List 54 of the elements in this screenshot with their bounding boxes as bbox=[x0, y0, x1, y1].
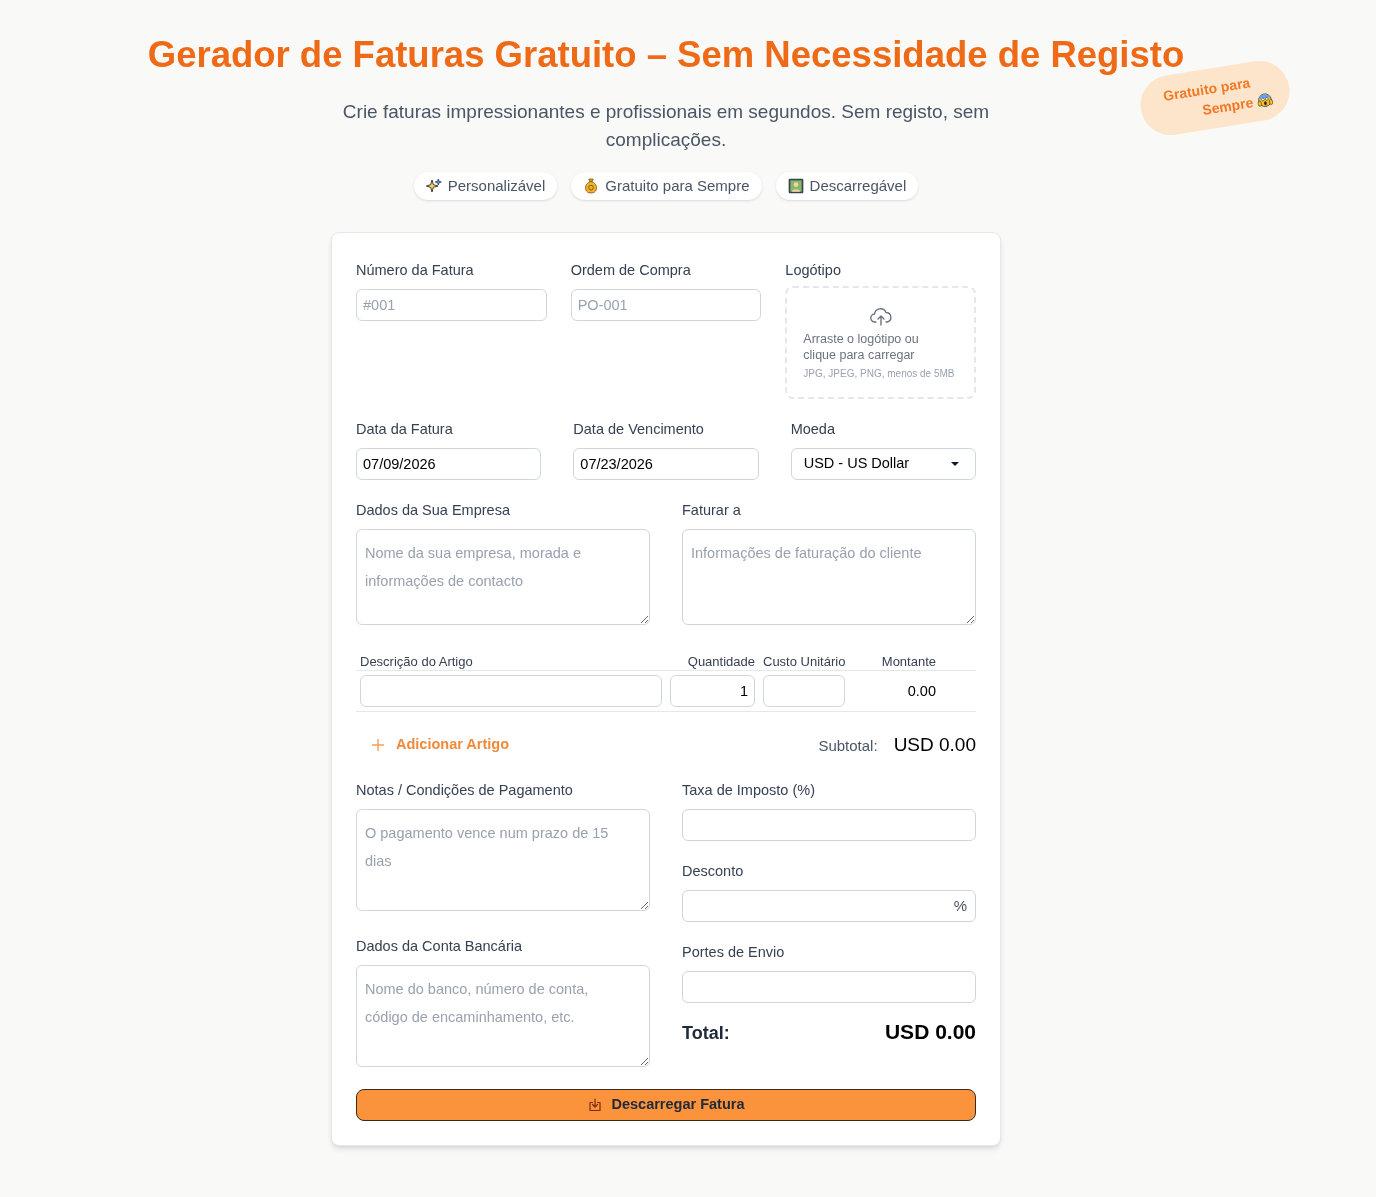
amount-cell: 0.00 bbox=[907, 683, 936, 699]
field-label: Dados da Conta Bancária bbox=[356, 937, 524, 956]
unit-cost-field[interactable] bbox=[763, 675, 845, 707]
field-label: Moeda bbox=[790, 420, 836, 439]
field-label: Ordem de Compra bbox=[570, 261, 692, 280]
dropzone-hint: JPG, JPEG, PNG, menos de 5MB bbox=[803, 367, 956, 381]
field-label: Logótipo bbox=[785, 261, 842, 280]
sparkles-icon bbox=[425, 178, 442, 194]
invoice-number-field[interactable]: #001 bbox=[356, 289, 547, 321]
plus-icon bbox=[372, 739, 384, 751]
page-title: Gerador de Faturas Gratuito – Sem Necessidade de Registo bbox=[147, 33, 1185, 77]
column-header: Custo Unitário bbox=[763, 654, 846, 669]
subtotal-label: Subtotal: bbox=[818, 735, 878, 756]
download-button[interactable]: Descarregar Fatura bbox=[356, 1089, 976, 1121]
field-label: Data de Vencimento bbox=[573, 420, 705, 439]
item-description-field[interactable] bbox=[360, 675, 662, 707]
date-field[interactable]: 07/09/2026 bbox=[356, 448, 542, 480]
column-header: Descrição do Artigo bbox=[360, 654, 473, 669]
purchase-order-field[interactable]: PO-001 bbox=[570, 289, 762, 321]
field-label: Data da Fatura bbox=[356, 420, 454, 439]
bill-to-field[interactable]: Informações de faturação do cliente bbox=[682, 529, 976, 625]
field-label: Dados da Sua Empresa bbox=[356, 501, 511, 520]
feature-label: Descarregável bbox=[809, 176, 907, 196]
date-field[interactable]: 07/23/2026 bbox=[573, 448, 759, 480]
field-label: Desconto bbox=[682, 862, 745, 881]
column-header: Quantidade bbox=[687, 654, 755, 669]
shocked-face-icon bbox=[1255, 91, 1275, 110]
tax-rate-field[interactable] bbox=[682, 809, 976, 841]
bank-details-field[interactable]: Nome do banco, número de conta, código de encaminhamento, etc. bbox=[356, 965, 650, 1067]
notes-field[interactable]: O pagamento vence num prazo de 15 dias bbox=[356, 809, 650, 911]
field-label: Taxa de Imposto (%) bbox=[682, 781, 816, 800]
money-bag-icon bbox=[583, 178, 600, 194]
dropzone-prompt: Arraste o logótipo ou clique para carregar bbox=[803, 331, 920, 363]
shipping-field[interactable] bbox=[682, 971, 976, 1003]
field-label: Faturar a bbox=[682, 501, 742, 520]
currency-select[interactable]: USD - US Dollar bbox=[790, 448, 976, 480]
logo-dropzone[interactable]: Arraste o logótipo ou clique para carregar JPG, JPEG, PNG, menos de 5MB bbox=[785, 286, 976, 399]
feature-label: Personalizável bbox=[447, 176, 546, 196]
caret-icon bbox=[951, 462, 959, 466]
feature-label: Gratuito para Sempre bbox=[605, 176, 750, 196]
company-details-field[interactable]: Nome da sua empresa, morada e informações de contacto bbox=[356, 529, 650, 625]
field-label: Portes de Envio bbox=[682, 943, 786, 962]
subtotal-value: USD 0.00 bbox=[893, 732, 976, 757]
field-label: Notas / Condições de Pagamento bbox=[356, 781, 574, 800]
sticker-text: Gratuito para Sempre bbox=[1161, 74, 1255, 120]
discount-field[interactable]: % bbox=[682, 890, 976, 922]
column-header: Montante bbox=[881, 654, 936, 669]
total-value: USD 0.00 bbox=[884, 1019, 976, 1045]
total-label: Total: bbox=[682, 1022, 730, 1045]
page-subtitle: Crie faturas impressionantes e profissionais em segundos. Sem registo, sem complicações. bbox=[341, 100, 991, 152]
download-icon bbox=[587, 1098, 602, 1112]
field-label: Número da Fatura bbox=[356, 261, 475, 280]
quantity-field[interactable]: 1 bbox=[670, 675, 755, 707]
framed-picture-icon bbox=[787, 178, 804, 194]
